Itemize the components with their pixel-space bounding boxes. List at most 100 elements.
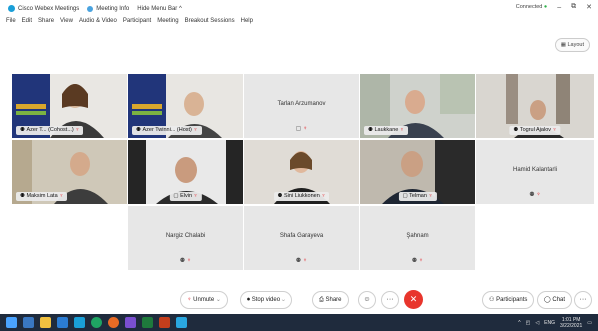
chevron-down-icon: ⌄ xyxy=(215,297,221,303)
participant-name: Azer Twinni... (Host) xyxy=(142,127,192,133)
participants-button[interactable]: ⚇ Participants xyxy=(482,291,535,309)
video-off-icon: ▢ xyxy=(173,193,181,199)
avatar-icon: ⚉ xyxy=(295,258,302,264)
firefox-icon[interactable] xyxy=(108,317,119,328)
menu-item-edit[interactable]: Edit xyxy=(22,18,32,28)
language-indicator[interactable]: ENG xyxy=(544,320,555,326)
menu-item-help[interactable]: Help xyxy=(241,18,253,28)
edge-icon[interactable] xyxy=(74,317,85,328)
participant-name: Togrul Ajalov xyxy=(519,127,551,133)
more-options-button[interactable]: ··· xyxy=(381,291,399,309)
reactions-button[interactable]: ☺ xyxy=(358,291,376,309)
minimize-button[interactable]: – xyxy=(557,4,561,11)
participant-name-tag: ▢ Elvin ♆ xyxy=(169,192,202,201)
menu-item-view[interactable]: View xyxy=(60,18,73,28)
participant-name: Laukkane xyxy=(374,127,399,133)
hide-menu-label: Hide Menu Bar ^ xyxy=(137,5,182,12)
hide-menu-bar-button[interactable]: Hide Menu Bar ^ xyxy=(137,6,182,12)
avatar-icon: ⚉ xyxy=(411,258,418,264)
chat-button[interactable]: ◯ Chat xyxy=(537,291,573,309)
powerpoint-icon[interactable] xyxy=(159,317,170,328)
clock[interactable]: 1:01 PM 3/22/2021 xyxy=(560,317,582,329)
system-tray: ^ ◰ ◁ ENG 1:01 PM 3/22/2021 ▭ xyxy=(513,317,592,329)
windows-taskbar: ^ ◰ ◁ ENG 1:01 PM 3/22/2021 ▭ xyxy=(0,314,598,331)
tray-arrow-icon[interactable]: ^ xyxy=(518,320,520,326)
task-view-icon[interactable] xyxy=(23,317,34,328)
layout-button[interactable]: ▦ Layout xyxy=(554,38,590,52)
excel-icon[interactable] xyxy=(142,317,153,328)
mic-muted-icon: ♆ xyxy=(321,193,326,199)
camera-icon: ⏺ xyxy=(247,297,251,303)
close-window-button[interactable]: ✕ xyxy=(586,3,592,11)
participant-name: Azer T... (Cohost...) xyxy=(26,127,74,133)
participant-tile[interactable]: ⚉ Azer Twinni... (Host) ♆ xyxy=(128,74,243,138)
chrome-icon[interactable] xyxy=(91,317,102,328)
participant-tile[interactable]: ▢ Telman ♆ xyxy=(360,140,475,204)
chat-label: Chat xyxy=(552,297,566,303)
mic-muted-icon: ♆ xyxy=(536,192,541,198)
video-grid: ⚉ Azer T... (Cohost...) ♆ ⚉ Azer Twinni.… xyxy=(12,74,594,272)
participant-name: Sini Liukkonen xyxy=(284,193,320,199)
participant-name-tag: ⚉ Laukkane ♆ xyxy=(364,126,408,135)
unmute-button[interactable]: ♆ Unmute ⌄ xyxy=(180,291,228,309)
tile-status-icons: ⚉ ♆ xyxy=(476,191,594,198)
participants-label: Participants xyxy=(496,297,528,303)
participant-tile[interactable]: Şahnam ⚉ ♆ xyxy=(360,206,475,270)
mic-muted-icon: ♆ xyxy=(302,126,308,132)
participant-tile[interactable]: Hamid Kalantarli ⚉ ♆ xyxy=(476,140,594,204)
network-icon[interactable]: ◰ xyxy=(526,320,531,326)
participant-tile[interactable]: ▢ Elvin ♆ xyxy=(128,140,243,204)
smiley-icon: ☺ xyxy=(363,296,371,303)
restore-button[interactable]: ⧉ xyxy=(571,3,576,11)
participant-tile[interactable]: ⚉ Maksim Lata ♆ xyxy=(12,140,127,204)
menu-item-participant[interactable]: Participant xyxy=(123,18,151,28)
share-button[interactable]: ⎙ Share xyxy=(312,291,349,309)
participants-icon: ⚇ xyxy=(489,297,495,303)
mic-muted-icon: ♆ xyxy=(186,258,192,264)
connection-status: Connected ● xyxy=(516,4,547,10)
word-icon[interactable] xyxy=(57,317,68,328)
layout-label: Layout xyxy=(567,42,584,48)
mic-muted-icon: ♆ xyxy=(552,127,557,133)
participant-tile[interactable]: ⚉ Azer T... (Cohost...) ♆ xyxy=(12,74,127,138)
more-icon: ··· xyxy=(386,296,394,303)
file-explorer-icon[interactable] xyxy=(40,317,51,328)
leave-meeting-button[interactable]: ✕ xyxy=(404,290,423,309)
mic-muted-icon: ♆ xyxy=(418,258,424,264)
participant-tile[interactable]: Nargiz Chalabi ⚉ ♆ xyxy=(128,206,243,270)
participant-tile[interactable]: Tarlan Arzumanov ▢ ♆ xyxy=(244,74,359,138)
mic-muted-icon: ♆ xyxy=(75,127,80,133)
start-icon[interactable] xyxy=(6,317,17,328)
app-icon[interactable] xyxy=(125,317,136,328)
participant-tile[interactable]: ⚉ Sini Liukkonen ♆ xyxy=(244,140,359,204)
participant-name-tag: ⚉ Togrul Ajalov ♆ xyxy=(509,126,561,135)
participant-tile[interactable]: ⚉ Laukkane ♆ xyxy=(360,74,475,138)
volume-icon[interactable]: ◁ xyxy=(535,320,539,326)
title-bar: Cisco Webex Meetings Meeting Info Hide M… xyxy=(0,0,598,17)
participant-name: Tarlan Arzumanov xyxy=(277,101,326,107)
meeting-info-button[interactable]: Meeting Info xyxy=(87,5,130,12)
mic-muted-icon: ♆ xyxy=(187,297,192,303)
menu-item-breakout-sessions[interactable]: Breakout Sessions xyxy=(185,18,235,28)
video-off-icon: ▢ xyxy=(402,193,410,199)
connection-text: Connected xyxy=(515,4,543,10)
participant-tile[interactable]: Shafa Garayeva ⚉ ♆ xyxy=(244,206,359,270)
webex-logo-icon xyxy=(8,5,15,12)
participant-tile[interactable]: ⚉ Togrul Ajalov ♆ xyxy=(476,74,594,138)
notifications-icon[interactable]: ▭ xyxy=(587,320,592,326)
webex-taskbar-icon[interactable] xyxy=(176,317,187,328)
menu-bar: File Edit Share View Audio & Video Participan… xyxy=(0,18,253,28)
mic-muted-icon: ♆ xyxy=(302,258,308,264)
mic-muted-icon: ♆ xyxy=(59,193,64,199)
avatar-icon: ⚉ xyxy=(529,192,535,198)
meeting-info-label: Meeting Info xyxy=(96,5,130,12)
share-icon: ⎙ xyxy=(319,297,324,303)
mic-muted-icon: ♆ xyxy=(399,127,404,133)
stop-video-button[interactable]: ⏺ Stop video ⌄ xyxy=(240,291,292,309)
menu-item-audio-video[interactable]: Audio & Video xyxy=(79,18,117,28)
panel-more-button[interactable]: ··· xyxy=(574,291,592,309)
menu-item-meeting[interactable]: Meeting xyxy=(157,18,178,28)
menu-item-file[interactable]: File xyxy=(6,18,16,28)
menu-item-share[interactable]: Share xyxy=(38,18,54,28)
close-icon: ✕ xyxy=(409,294,418,304)
